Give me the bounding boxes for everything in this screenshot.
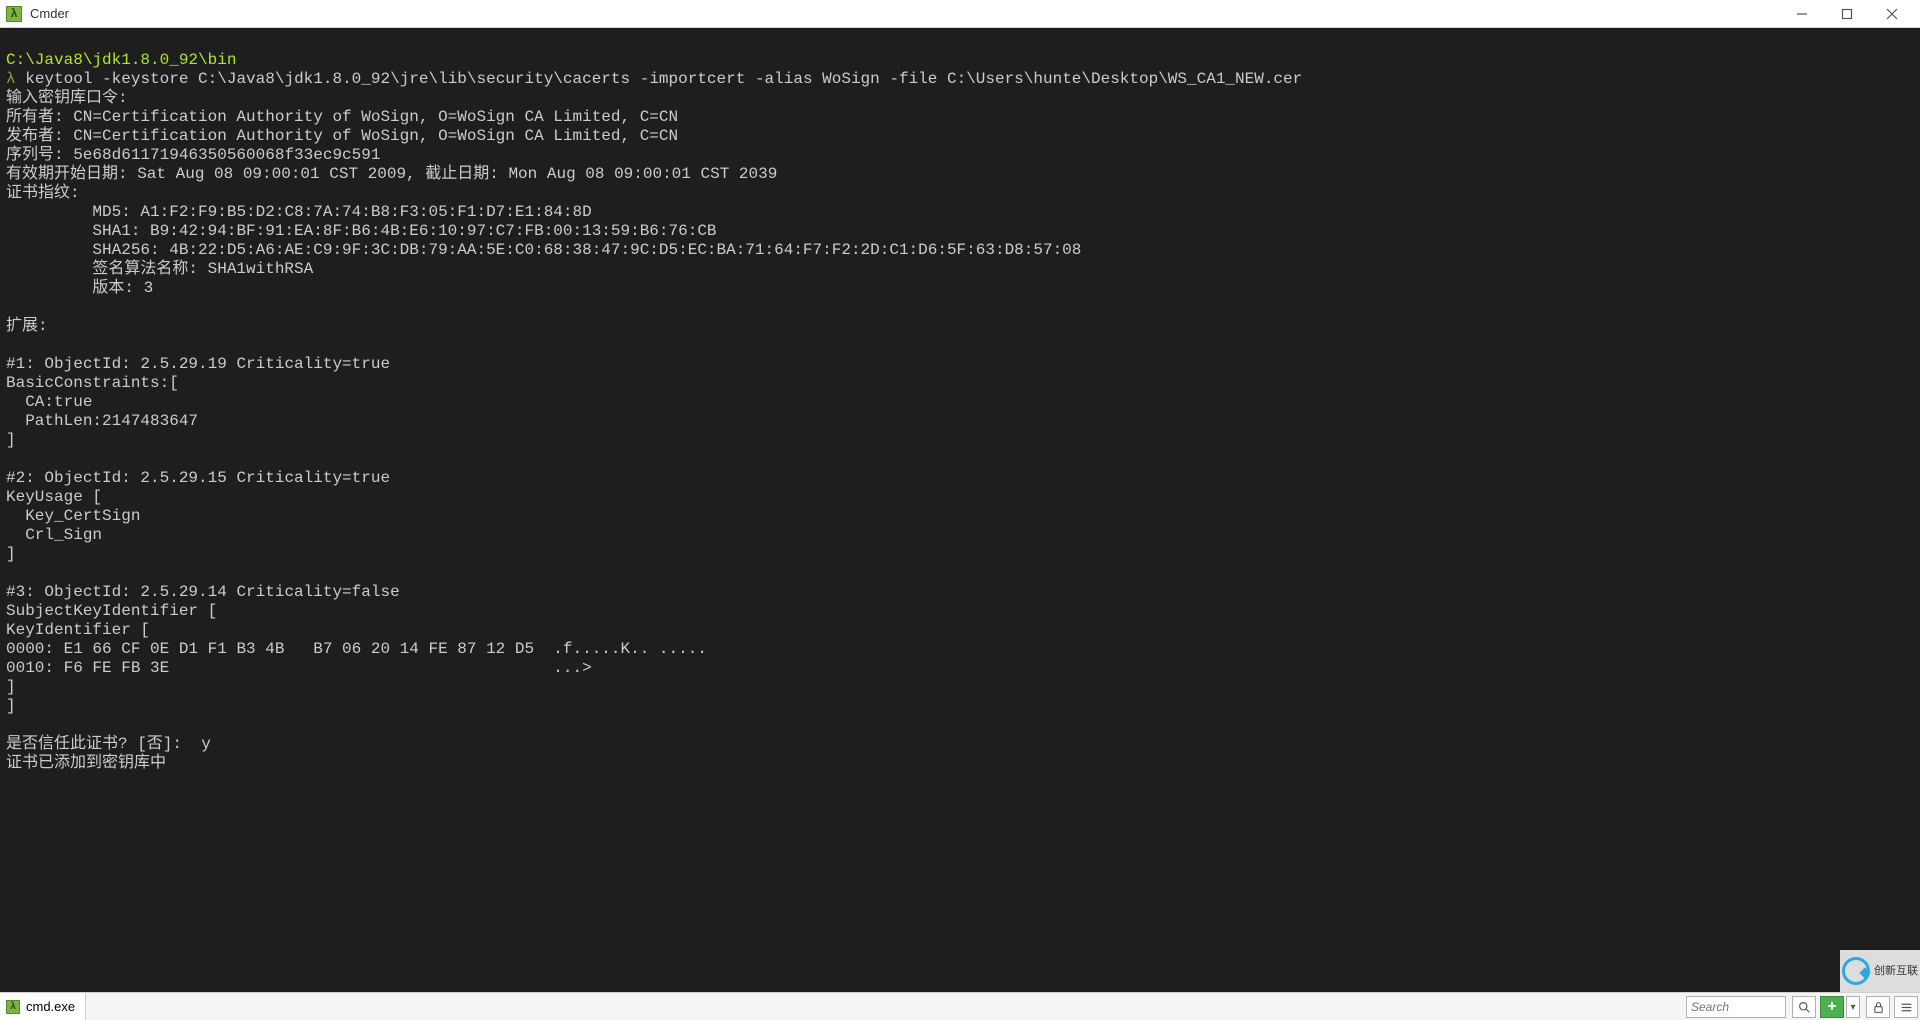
lock-icon [1872,1001,1885,1014]
close-icon [1886,8,1898,20]
command-line: keytool -keystore C:\Java8\jdk1.8.0_92\j… [25,70,1302,88]
maximize-icon [1841,8,1853,20]
status-spacer [86,993,1682,1020]
out-line: SubjectKeyIdentifier [ [6,602,217,620]
chevron-down-icon: ▾ [1850,1002,1855,1013]
tab-app-icon: λ [6,1000,20,1014]
out-line: 发布者: CN=Certification Authority of WoSig… [6,127,678,145]
out-line: #2: ObjectId: 2.5.29.15 Criticality=true [6,469,390,487]
maximize-button[interactable] [1824,0,1869,28]
out-line: 版本: 3 [6,279,153,297]
search-button[interactable] [1792,996,1816,1018]
out-line: 有效期开始日期: Sat Aug 08 09:00:01 CST 2009, 截… [6,165,777,183]
out-line: #3: ObjectId: 2.5.29.14 Criticality=fals… [6,583,400,601]
out-line: 是否信任此证书? [否]: y [6,735,211,753]
tab-label: cmd.exe [26,999,75,1014]
minimize-icon [1796,8,1808,20]
cwd-line: C:\Java8\jdk1.8.0_92\bin [6,51,236,69]
close-button[interactable] [1869,0,1914,28]
console-tab[interactable]: λ cmd.exe [0,993,86,1020]
out-line: CA:true [6,393,92,411]
out-line: ] [6,697,16,715]
out-line: 0010: F6 FE FB 3E ...> [6,659,592,677]
out-line: BasicConstraints:[ [6,374,179,392]
out-line: #1: ObjectId: 2.5.29.19 Criticality=true [6,355,390,373]
lock-button[interactable] [1866,996,1890,1018]
new-console-button[interactable]: + [1820,996,1844,1018]
prompt-symbol: λ [6,70,16,88]
hamburger-icon [1900,1001,1913,1014]
menu-button[interactable] [1894,996,1918,1018]
out-line: 所有者: CN=Certification Authority of WoSig… [6,108,678,126]
out-line: SHA1: B9:42:94:BF:91:EA:8F:B6:4B:E6:10:9… [6,222,717,240]
out-line: KeyIdentifier [ [6,621,150,639]
out-line: Crl_Sign [6,526,102,544]
out-line: 输入密钥库口令: [6,89,128,107]
out-line: 扩展: [6,317,48,335]
out-line: KeyUsage [ [6,488,102,506]
out-line: SHA256: 4B:22:D5:A6:AE:C9:9F:3C:DB:79:AA… [6,241,1081,259]
window-title: Cmder [30,6,69,21]
new-console-dropdown[interactable]: ▾ [1846,996,1860,1018]
out-line: Key_CertSign [6,507,140,525]
terminal-output[interactable]: C:\Java8\jdk1.8.0_92\bin λ keytool -keys… [0,28,1920,992]
out-line: 证书指纹: [6,184,80,202]
out-line: ] [6,545,16,563]
minimize-button[interactable] [1779,0,1824,28]
search-box[interactable] [1686,996,1786,1018]
search-icon [1798,1001,1811,1014]
status-bar: λ cmd.exe + ▾ [0,992,1920,1020]
out-line: 证书已添加到密钥库中 [6,754,166,772]
out-line: ] [6,431,16,449]
terminal-pre: C:\Java8\jdk1.8.0_92\bin λ keytool -keys… [6,51,1914,773]
out-line: 0000: E1 66 CF 0E D1 F1 B3 4B B7 06 20 1… [6,640,707,658]
out-line: 序列号: 5e68d61171946350560068f33ec9c591 [6,146,380,164]
out-line: PathLen:2147483647 [6,412,198,430]
out-line: MD5: A1:F2:F9:B5:D2:C8:7A:74:B8:F3:05:F1… [6,203,592,221]
app-icon: λ [6,6,22,22]
title-bar: λ Cmder [0,0,1920,28]
out-line: ] [6,678,16,696]
plus-icon: + [1827,998,1836,1016]
out-line: 签名算法名称: SHA1withRSA [6,260,313,278]
